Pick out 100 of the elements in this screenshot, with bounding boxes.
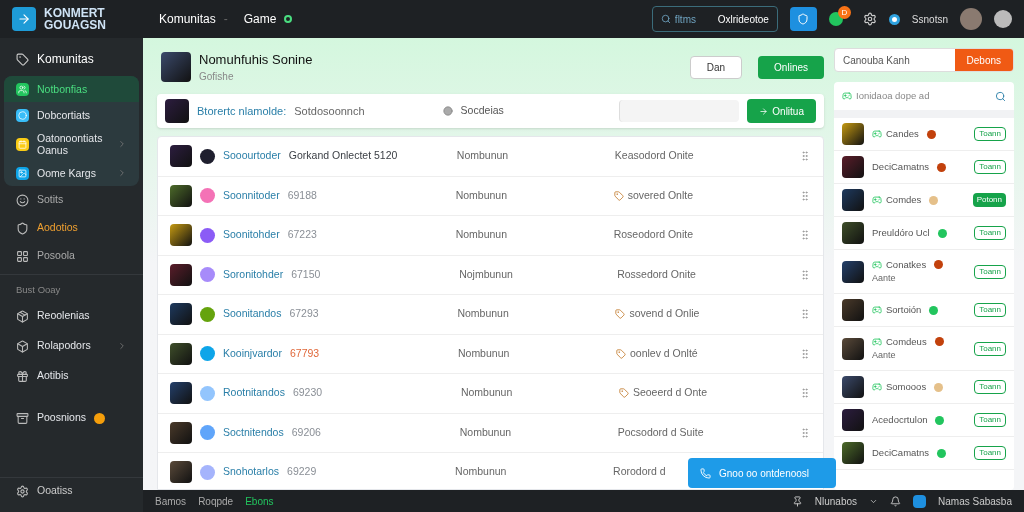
side-input[interactable]: Canouba Kanh [835, 49, 955, 71]
sidebar-item[interactable]: Posoola [0, 242, 143, 270]
status-link[interactable]: Ebons [245, 493, 274, 509]
notification-icon[interactable] [828, 12, 843, 26]
list-item[interactable]: Preuldóro Ucl Toann [834, 217, 1014, 250]
table-row[interactable]: Soronitohder 67150 Nojmbunun Rossedord Onite [158, 255, 823, 295]
item-name: Acedocrtulon [872, 412, 928, 427]
status-link[interactable]: Bamos [155, 493, 187, 509]
table-row[interactable]: Kooinjvardor 67793 Nombunun oonlev d Onlté [158, 334, 823, 374]
apply-button[interactable]: Onlitua [747, 99, 816, 123]
chat-button[interactable] [789, 7, 817, 31]
filter-input[interactable] [619, 100, 740, 122]
item-button[interactable]: Toann [974, 341, 1006, 356]
drag-handle-icon[interactable] [799, 229, 811, 242]
list-item[interactable]: Conatkes Aante Toann [834, 250, 1014, 294]
sidebar-item[interactable]: Poosnions [0, 403, 143, 434]
status-link[interactable]: Roqpde [198, 493, 234, 509]
nav-link[interactable]: Komunitas [159, 10, 216, 28]
game-name[interactable]: Kooinjvardor [223, 345, 282, 362]
side-button[interactable]: Debons [954, 49, 1013, 71]
item-button[interactable]: Potonn [972, 193, 1006, 207]
status-menu[interactable]: Nlunabos [814, 493, 858, 509]
sidebar-item[interactable]: Aotibis [0, 361, 143, 392]
sidebar-item[interactable]: Oatonoontiats Oanus [4, 128, 139, 160]
nav-link[interactable]: Game [243, 10, 277, 28]
table-row[interactable]: Sooourtoder Gorkand Onlectet 5120 Nombunun Keasodord Onite [158, 137, 823, 177]
list-item[interactable]: DeciCamatns Toann [834, 151, 1014, 184]
bell-icon[interactable] [890, 495, 902, 507]
drag-handle-icon[interactable] [799, 308, 811, 321]
settings-icon [16, 484, 29, 498]
drag-handle-icon[interactable] [799, 189, 811, 202]
list-search-input[interactable]: Ionidaoa dope ad [856, 88, 991, 104]
game-name[interactable]: Soonnitoder [223, 187, 280, 204]
sidebar-item[interactable]: Reoolenias [0, 301, 143, 332]
table-row[interactable]: Soonitohder 67223 Nombunun Roseodord Onite [158, 216, 823, 256]
status-cell-text: Keasodord Onite [614, 148, 694, 164]
list-item[interactable]: Somooos Toann [834, 371, 1014, 404]
drag-handle-icon[interactable] [799, 268, 811, 281]
side-field[interactable]: Canouba Kanh Debons [834, 48, 1014, 72]
game-icon [200, 188, 215, 204]
pin-icon[interactable] [791, 495, 803, 507]
list-item[interactable]: Comdes Potonn [834, 184, 1014, 217]
table-row[interactable]: Soctnitendos 69206 Nombunun Pocsodord d Suite [158, 413, 823, 453]
sidebar-item[interactable]: Aodotios [0, 214, 143, 242]
item-button[interactable]: Toann [974, 160, 1006, 174]
game-icon [200, 464, 215, 480]
table-row[interactable]: Rootnitandos 69230 Nombunun Seoeerd d Onte [158, 374, 823, 414]
sidebar-item[interactable]: Dobcortiats [4, 102, 139, 128]
sidebar-item[interactable]: Sotits [0, 186, 143, 214]
item-button[interactable]: Toann [974, 413, 1006, 427]
item-button[interactable]: Toann [974, 446, 1006, 460]
list-search-field[interactable]: Ionidaoa dope ad [834, 82, 1014, 118]
avatar[interactable] [994, 10, 1012, 28]
game-name[interactable]: Sooourtoder [223, 148, 281, 165]
thumbnail-image [842, 337, 864, 360]
thumbnail-image [170, 342, 192, 365]
item-button[interactable]: Toann [974, 303, 1006, 317]
thumbnail-image [842, 156, 864, 178]
gamepad-icon [872, 305, 882, 315]
filter-option[interactable]: Socdeias [460, 103, 504, 119]
item-button[interactable]: Toann [974, 380, 1006, 394]
item-button[interactable]: Toann [974, 127, 1006, 141]
header-button[interactable]: Onlines [758, 55, 824, 79]
list-item[interactable]: Comdeus Aante Toann [834, 327, 1014, 371]
search-field[interactable]: fltms Oxlrideotoe [651, 6, 778, 32]
drag-handle-icon[interactable] [799, 150, 811, 163]
gamepad-icon [872, 195, 882, 205]
search-input[interactable]: fltms [674, 11, 705, 27]
thumbnail-image [842, 409, 864, 431]
item-button[interactable]: Toann [974, 264, 1006, 279]
members-cell-text: Nombunun [455, 464, 508, 480]
list-item[interactable]: Sortoión Toann [834, 294, 1014, 327]
game-name[interactable]: Snohotarlos [223, 464, 280, 481]
settings-icon[interactable] [862, 12, 877, 26]
drag-handle-icon[interactable] [799, 347, 811, 360]
game-name[interactable]: Soctnitendos [223, 424, 284, 441]
header-button[interactable]: Dan [689, 55, 743, 79]
sidebar-item[interactable]: Rolapodors [0, 331, 143, 362]
user-name[interactable]: Ssnotsn [911, 11, 948, 27]
sidebar-item[interactable]: Ooatiss [0, 478, 143, 504]
drag-handle-icon[interactable] [799, 426, 811, 439]
brand-name: GOUAGSN [44, 19, 106, 31]
avatar[interactable] [960, 8, 982, 30]
list-item[interactable]: DeciCamatns Toann [834, 437, 1014, 470]
item-button[interactable]: Toann [974, 226, 1006, 240]
sidebar-item[interactable]: Oome Kargs [4, 160, 139, 186]
table-row[interactable]: Soonnitoder 69188 Nombunun sovered Onlte [158, 176, 823, 216]
drag-handle-icon[interactable] [799, 387, 811, 400]
table-row[interactable]: Soonitandos 67293 Nombunun sovend d Onlie [158, 295, 823, 335]
game-icon [200, 267, 215, 283]
game-name[interactable]: Rootnitandos [223, 385, 285, 402]
list-item[interactable]: Acedocrtulon Toann [834, 404, 1014, 437]
menu-icon [16, 411, 29, 425]
item-subtitle: Aante [872, 271, 897, 285]
game-name[interactable]: Soonitohder [223, 227, 280, 244]
game-name[interactable]: Soonitandos [223, 306, 282, 323]
sidebar-item[interactable]: Notbonfias [4, 76, 139, 102]
gamepad-icon [872, 382, 882, 392]
list-item[interactable]: Candes Toann [834, 118, 1014, 151]
game-name[interactable]: Soronitohder [223, 266, 284, 283]
